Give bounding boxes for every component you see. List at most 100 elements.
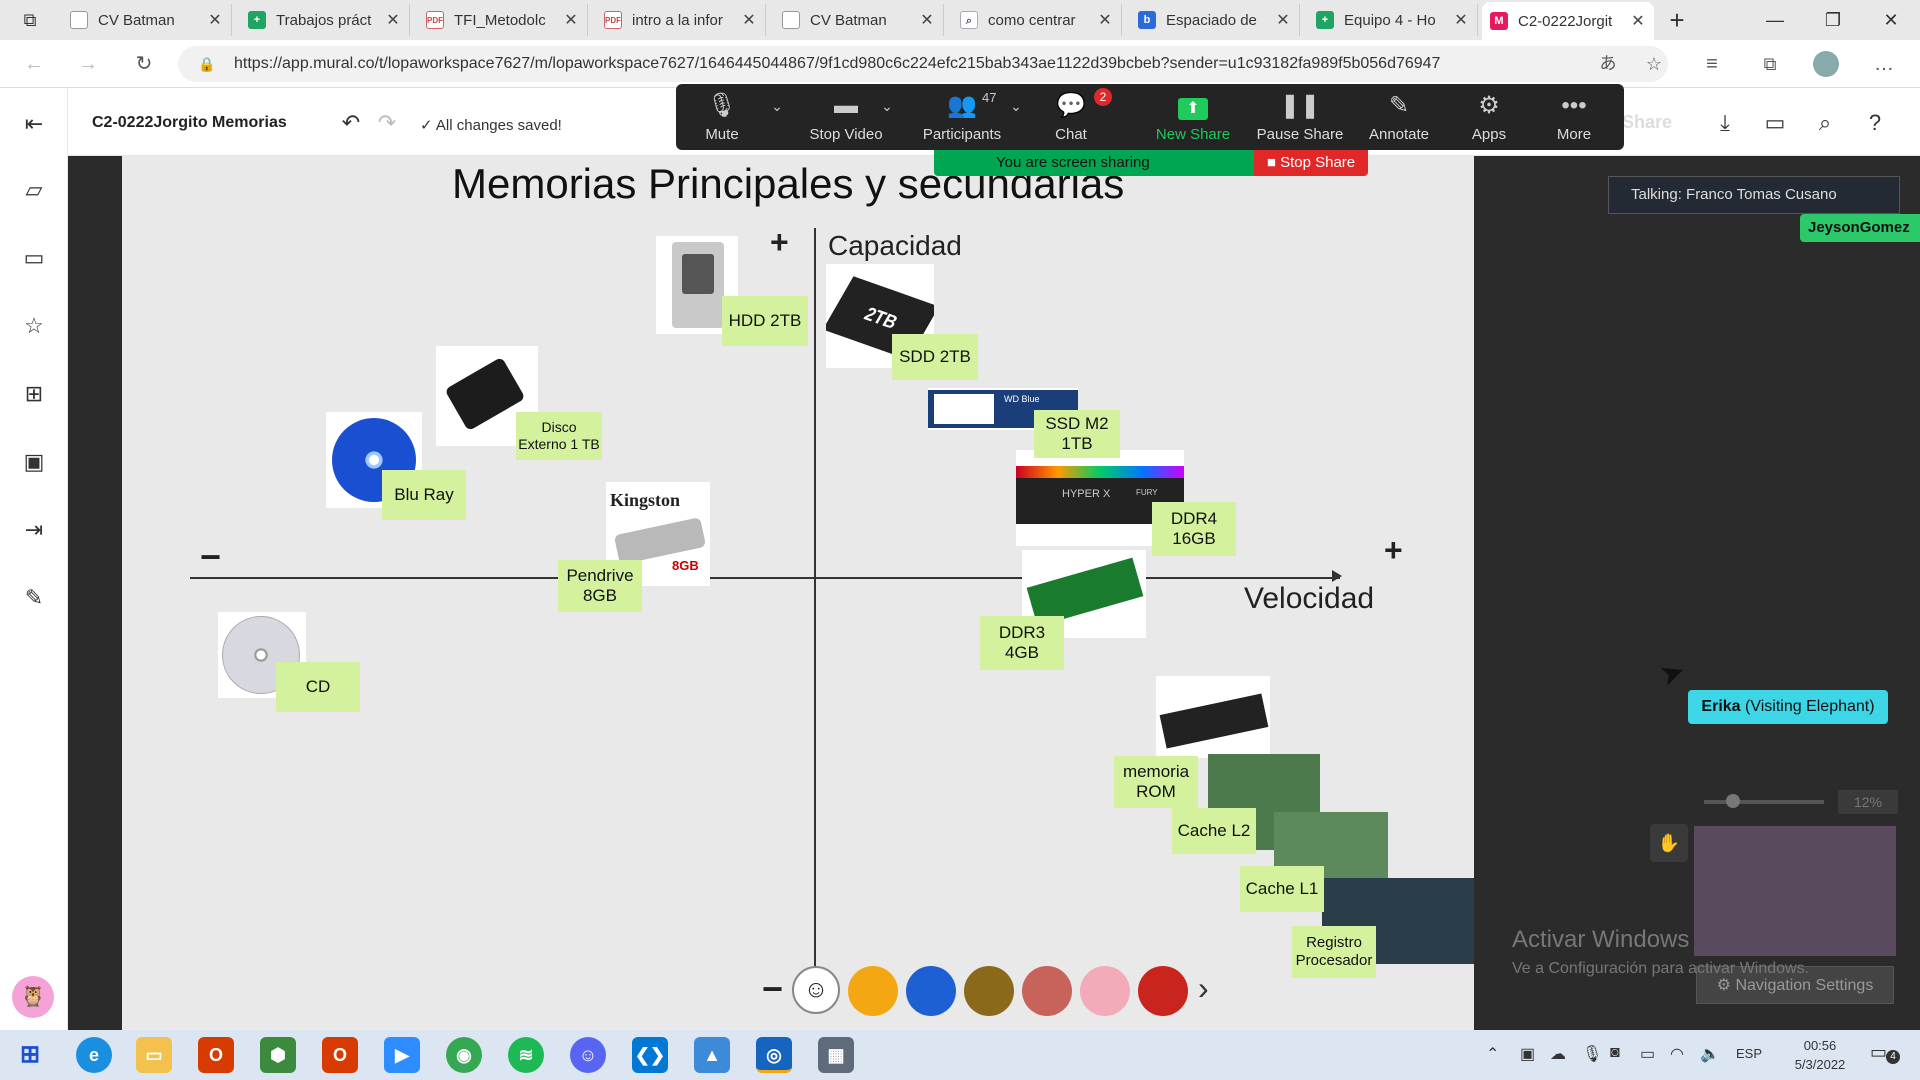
comment-icon[interactable]: ▭: [1758, 106, 1792, 140]
boar-avatar-icon[interactable]: [964, 966, 1014, 1016]
zoom-slider-handle[interactable]: [1726, 794, 1740, 808]
refresh-icon[interactable]: ↻: [128, 48, 160, 80]
rom-chip-image[interactable]: [1156, 676, 1270, 758]
microphone-tray-icon[interactable]: 🎙: [1582, 1044, 1602, 1064]
spotify-icon[interactable]: ≋: [508, 1037, 544, 1073]
tab-equipo4[interactable]: + Equipo 4 - Ho ✕: [1308, 4, 1478, 36]
language-indicator[interactable]: ESP: [1736, 1046, 1762, 1061]
add-favorite-icon[interactable]: ☆: [1638, 48, 1670, 80]
minecraft-icon[interactable]: ⬢: [260, 1037, 296, 1073]
tab-cv-batman-2[interactable]: CV Batman ✕: [774, 4, 944, 36]
tab-cv-batman-1[interactable]: CV Batman ✕: [62, 4, 232, 36]
crab-avatar-icon[interactable]: [1138, 966, 1188, 1016]
mute-button[interactable]: 🎙 Mute: [692, 92, 752, 148]
apps-button[interactable]: ⚙ Apps: [1458, 92, 1520, 148]
favorites-icon[interactable]: ≡: [1696, 48, 1728, 80]
volume-icon[interactable]: 🔈: [1700, 1044, 1720, 1064]
close-icon[interactable]: ✕: [1097, 10, 1113, 30]
mural-title[interactable]: C2-0222Jorgito Memorias: [92, 114, 287, 132]
participants-button[interactable]: 👥 Participants: [912, 92, 1012, 148]
office-icon-2[interactable]: O: [322, 1037, 358, 1073]
minimap[interactable]: [1694, 826, 1896, 956]
close-icon[interactable]: ✕: [563, 10, 579, 30]
tab-trabajos[interactable]: + Trabajos práct ✕: [240, 4, 410, 36]
close-icon[interactable]: ✕: [1630, 11, 1646, 31]
image-icon[interactable]: ▣: [18, 446, 50, 478]
translate-icon[interactable]: あ: [1592, 48, 1624, 80]
sticky-cache-l1[interactable]: Cache L1: [1240, 866, 1324, 912]
clock[interactable]: 00:56 5/3/2022: [1780, 1036, 1860, 1074]
close-icon[interactable]: ✕: [741, 10, 757, 30]
windows-start-icon[interactable]: ⊞: [12, 1037, 48, 1073]
office-icon[interactable]: O: [198, 1037, 234, 1073]
sticky-rom[interactable]: memoria ROM: [1114, 756, 1198, 808]
sticky-external-disk[interactable]: Disco Externo 1 TB: [516, 412, 602, 460]
edge-icon[interactable]: e: [76, 1037, 112, 1073]
zoom-slider[interactable]: [1704, 800, 1824, 804]
screen-capture-icon[interactable]: ◎: [756, 1037, 792, 1073]
tab-mural-active[interactable]: M C2-0222Jorgit ✕: [1482, 2, 1654, 40]
settings-menu-icon[interactable]: …: [1868, 48, 1900, 80]
tab-como-centrar[interactable]: ⌕ como centrar ✕: [952, 4, 1122, 36]
sticky-pendrive[interactable]: Pendrive 8GB: [558, 560, 642, 612]
zoom-percent[interactable]: 12%: [1838, 790, 1898, 814]
audio-options-chevron[interactable]: ⌄: [764, 92, 790, 148]
forward-icon[interactable]: →: [72, 48, 104, 80]
pause-share-button[interactable]: ❚❚ Pause Share: [1252, 92, 1348, 148]
mural-board[interactable]: Memorias Principales y secundarias Capac…: [122, 156, 1474, 1030]
chevron-right-icon[interactable]: ›: [1198, 970, 1209, 1007]
stop-share-button[interactable]: ■ Stop Share: [1254, 150, 1368, 176]
new-tab-button[interactable]: +: [1654, 0, 1700, 40]
more-button[interactable]: ••• More: [1542, 92, 1606, 148]
webcam-icon[interactable]: ▣: [1520, 1044, 1535, 1064]
url-field[interactable]: 🔒 https://app.mural.co/t/lopaworkspace76…: [178, 46, 1668, 82]
share-button[interactable]: Share: [1622, 112, 1672, 133]
exit-icon[interactable]: ⇤: [18, 108, 50, 140]
tab-tfi[interactable]: PDF TFI_Metodolc ✕: [418, 4, 588, 36]
undo-icon[interactable]: ↶: [334, 106, 368, 140]
wifi-icon[interactable]: ◠: [1670, 1044, 1684, 1064]
help-icon[interactable]: ?: [1858, 106, 1892, 140]
sticky-sdd[interactable]: SDD 2TB: [892, 334, 978, 380]
hand-tool-icon[interactable]: ✋: [1650, 824, 1688, 862]
redo-icon[interactable]: ↷: [370, 106, 404, 140]
close-icon[interactable]: ✕: [1275, 10, 1291, 30]
frameworks-icon[interactable]: ⊞: [18, 378, 50, 410]
close-icon[interactable]: ✕: [1453, 10, 1469, 30]
back-icon[interactable]: ←: [18, 48, 50, 80]
close-icon[interactable]: ✕: [919, 10, 935, 30]
smiley-icon[interactable]: ☺: [792, 966, 840, 1014]
notification-center-icon[interactable]: ▭ 4: [1870, 1042, 1900, 1066]
sticky-cd[interactable]: CD: [276, 662, 360, 712]
elephant-avatar-icon[interactable]: [1080, 966, 1130, 1016]
sticky-hdd[interactable]: HDD 2TB: [722, 296, 808, 346]
seahorse-avatar-icon[interactable]: [1022, 966, 1072, 1016]
onedrive-icon[interactable]: ☁: [1550, 1044, 1566, 1064]
sticky-ssd-m2[interactable]: SSD M2 1TB: [1034, 410, 1120, 458]
minimize-icon[interactable]: —: [1752, 0, 1798, 40]
tab-espaciado[interactable]: b Espaciado de ✕: [1130, 4, 1300, 36]
photos-icon[interactable]: ▲: [694, 1037, 730, 1073]
goat-avatar-icon[interactable]: [906, 966, 956, 1016]
star-icon[interactable]: ☆: [18, 310, 50, 342]
sticky-ddr4[interactable]: DDR4 16GB: [1152, 502, 1236, 556]
chrome-icon[interactable]: ◉: [446, 1037, 482, 1073]
discord-icon[interactable]: ☺: [570, 1037, 606, 1073]
calculator-icon[interactable]: ▦: [818, 1037, 854, 1073]
battery-icon[interactable]: ▭: [1640, 1044, 1655, 1064]
sticky-ddr3[interactable]: DDR3 4GB: [980, 616, 1064, 670]
close-icon[interactable]: ✕: [207, 10, 223, 30]
close-window-icon[interactable]: ✕: [1868, 0, 1914, 40]
download-icon[interactable]: ⤓: [1708, 106, 1742, 140]
restore-icon[interactable]: ❐: [1810, 0, 1856, 40]
sticky-bluray[interactable]: Blu Ray: [382, 470, 466, 520]
sticky-note-icon[interactable]: ▱: [18, 174, 50, 206]
text-icon[interactable]: ▭: [18, 242, 50, 274]
user-avatar-owl[interactable]: 🦉: [12, 976, 54, 1018]
new-share-button[interactable]: ⬆ New Share: [1138, 92, 1248, 148]
pencil-icon[interactable]: ✎: [18, 582, 50, 614]
close-icon[interactable]: ✕: [385, 10, 401, 30]
upload-icon[interactable]: ⇥: [18, 514, 50, 546]
annotate-button[interactable]: ✎ Annotate: [1362, 92, 1436, 148]
search-icon[interactable]: ⌕: [1808, 106, 1842, 140]
